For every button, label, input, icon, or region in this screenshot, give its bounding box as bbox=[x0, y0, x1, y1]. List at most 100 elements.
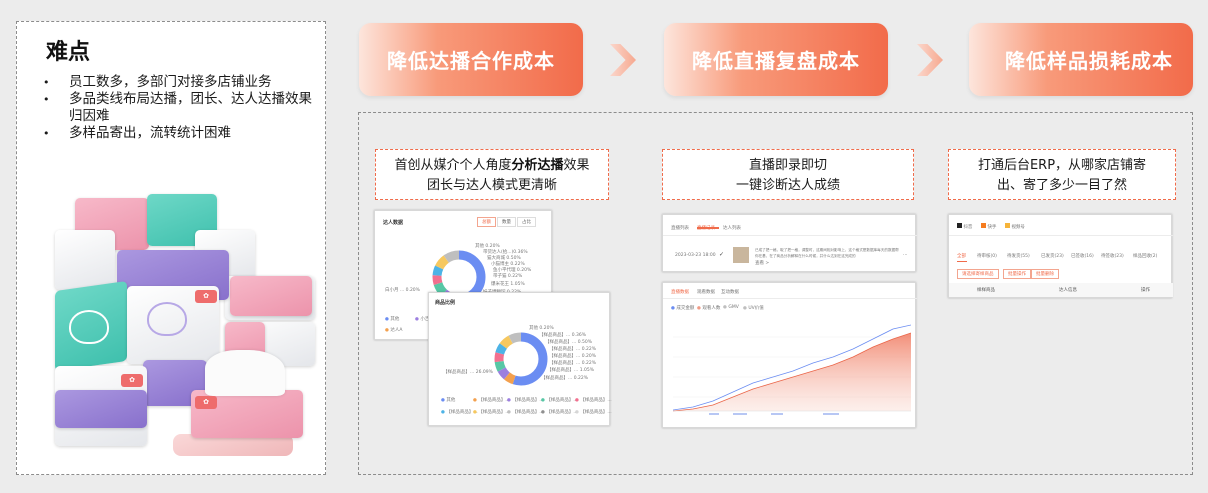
tab-total: 总额 bbox=[477, 217, 496, 227]
legend-item: ● 【样品商品】... bbox=[473, 398, 510, 403]
caption-text: 打通后台ERP，从哪家店铺寄 bbox=[977, 158, 1147, 173]
legend-item: ● 【样品商品】... bbox=[507, 410, 544, 415]
chevron-right-icon bbox=[917, 44, 943, 76]
caption-text: 直播即录即切 bbox=[748, 158, 827, 173]
caption-text: 团长与达人模式更清晰 bbox=[426, 178, 557, 193]
pain-point-item: • 多样品寄出，流转统计困难 bbox=[43, 125, 323, 142]
sample-erp-screenshot: 抖音 快手 视频号 全部 待审核(0) 待发货(55) 已发货(23) 已签收(… bbox=[948, 214, 1173, 298]
caption-highlight: 分析达播 bbox=[511, 158, 564, 173]
donut-label: 其他 0.20% bbox=[529, 326, 554, 331]
divider bbox=[663, 235, 917, 236]
platform-tab-douyin[interactable]: 抖音 bbox=[957, 223, 972, 230]
tab-influencer-list: 达人列表 bbox=[723, 226, 741, 231]
step-banner-review-cost: 降低直播复盘成本 bbox=[664, 23, 888, 96]
pain-point-text: 多样品寄出，流转统计困难 bbox=[69, 125, 231, 141]
brand-logo-icon: ✿ bbox=[121, 374, 143, 387]
filter-tab[interactable]: 样品回收(2) bbox=[1133, 253, 1157, 259]
select-sample-button[interactable]: 请选择寄样商品 bbox=[957, 269, 999, 279]
more-icon[interactable]: ⋯ bbox=[903, 253, 908, 258]
donut-label: 【样品商品】... 0.22% bbox=[541, 376, 589, 381]
chevron-right-icon bbox=[610, 44, 636, 76]
tab-indicator bbox=[957, 261, 967, 263]
tissue-product-image: ✿ ✿ ✿ bbox=[55, 190, 321, 470]
pain-points-title: 难点 bbox=[46, 40, 91, 65]
legend-item: ● GMV bbox=[723, 305, 739, 310]
caption-live-review: 直播即录即切 一键诊断达人成绩 bbox=[662, 149, 914, 200]
legend-item: ● 【样品商品】... bbox=[541, 398, 578, 403]
row-date: 2023-03-23 18:00 bbox=[675, 253, 716, 258]
caption-text: 出、寄了多少一目了然 bbox=[996, 178, 1127, 193]
live-trend-screenshot: 直播数据 观看数据 互动数据 ● 成交金额 ● 观看人数 ● GMV ● UV价… bbox=[662, 282, 917, 428]
filter-tab[interactable]: 待发货(55) bbox=[1007, 253, 1030, 259]
pain-point-text: 多品类线布局达播，团长、达人达播效果归因难 bbox=[69, 91, 312, 124]
filter-tab[interactable]: 已签收(16) bbox=[1071, 253, 1094, 259]
batch-action-button[interactable]: 批量操作 bbox=[1003, 269, 1031, 279]
caption-text: 一键诊断达人成绩 bbox=[735, 178, 840, 193]
brand-logo-icon: ✿ bbox=[195, 290, 217, 303]
pain-points-list: • 员工数多，多部门对接多店铺业务 • 多品类线布局达播，团长、达人达播效果归因难 … bbox=[43, 74, 323, 142]
row-more-link[interactable]: 查看 > bbox=[755, 260, 769, 266]
caption-text: 首创从媒介个人角度 bbox=[394, 158, 512, 173]
pain-point-text: 员工数多，多部门对接多店铺业务 bbox=[69, 74, 272, 90]
donut-label: 白小月 ... 0.20% bbox=[385, 288, 420, 293]
donut-label: 【样品商品】... 0.36% bbox=[539, 333, 587, 338]
pain-points-card: 难点 • 员工数多，多部门对接多店铺业务 • 多品类线布局达播，团长、达人达播效果归… bbox=[16, 21, 326, 475]
divider bbox=[949, 235, 1173, 236]
screenshot-title: 达人数据 bbox=[383, 220, 404, 226]
filter-tab[interactable]: 待审核(0) bbox=[977, 253, 997, 259]
caption-collab-analysis: 首创从媒介个人角度分析达播效果 团长与达人模式更清晰 bbox=[375, 149, 609, 200]
platform-tab-kuaishou[interactable]: 快手 bbox=[981, 223, 996, 230]
legend-item: ● 成交金额 bbox=[671, 306, 695, 311]
column-header: 操作 bbox=[1141, 288, 1150, 293]
tab-count: 数量 bbox=[497, 217, 516, 227]
bullet-icon: • bbox=[43, 76, 50, 89]
live-thumbnail bbox=[733, 247, 749, 263]
caption-erp-sample: 打通后台ERP，从哪家店铺寄 出、寄了多少一目了然 bbox=[948, 149, 1176, 200]
tissue-sheet bbox=[205, 350, 285, 396]
bullet-icon: • bbox=[43, 93, 50, 106]
cloud-logo-icon bbox=[69, 310, 109, 344]
donut-label: 【样品商品】... 1.05% bbox=[547, 368, 595, 373]
pain-point-item: • 多品类线布局达播，团长、达人达播效果归因难 bbox=[43, 91, 323, 125]
tab-live-data: 直播数据 bbox=[671, 290, 689, 295]
legend-item: ● 达人A bbox=[385, 328, 403, 333]
tissue-pack bbox=[230, 276, 312, 316]
tab-live-list: 直播列表 bbox=[671, 226, 689, 231]
step-banner-collab-cost: 降低达播合作成本 bbox=[359, 23, 583, 96]
donut-label: 带子猫 0.22% bbox=[493, 274, 523, 279]
caption-text: 效果 bbox=[563, 158, 590, 173]
legend-item: ● 【样品商品】... bbox=[473, 410, 510, 415]
divider bbox=[663, 298, 917, 299]
live-list-screenshot: 直播列表 直播记录 达人列表 2023-03-23 18:00 ✓ 已成了把一格… bbox=[662, 214, 917, 272]
cloud-logo-icon bbox=[147, 302, 187, 336]
donut-label: 【样品商品】... 0.22% bbox=[549, 347, 597, 352]
live-trend-chart bbox=[673, 324, 911, 415]
donut-label: 【样品商品】... 0.22% bbox=[549, 361, 597, 366]
row-status-icon: ✓ bbox=[719, 251, 725, 258]
brand-logo-icon: ✿ bbox=[195, 396, 217, 409]
filter-tab[interactable]: 全部 bbox=[957, 253, 966, 259]
screenshot-title: 商品比例 bbox=[435, 300, 456, 306]
filter-tab[interactable]: 待签收(23) bbox=[1101, 253, 1124, 259]
legend-item: ● UV价值 bbox=[743, 306, 764, 311]
column-header: 达人信息 bbox=[1059, 288, 1077, 293]
donut-label: 【样品商品】... 0.50% bbox=[545, 340, 593, 345]
filter-tab[interactable]: 已发货(23) bbox=[1041, 253, 1064, 259]
tab-interact-data: 互动数据 bbox=[721, 290, 739, 295]
legend-item: ● 其他 bbox=[441, 398, 456, 403]
donut-label: 【样品商品】... 0.20% bbox=[549, 354, 597, 359]
donut-label: 爆米花王 1.05% bbox=[491, 282, 525, 287]
legend-item: ● 【样品商品】... bbox=[575, 398, 612, 403]
platform-tab-channels[interactable]: 视频号 bbox=[1005, 223, 1025, 230]
tissue-pack bbox=[55, 390, 147, 428]
batch-delete-button[interactable]: 批量删除 bbox=[1031, 269, 1059, 279]
tab-ratio: 占比 bbox=[517, 217, 536, 227]
legend-item: ● 观看人数 bbox=[697, 306, 721, 311]
legend-item: ● 【样品商品】... bbox=[541, 410, 578, 415]
legend-item: ● 【样品商品】... bbox=[507, 398, 544, 403]
tab-view-data: 观看数据 bbox=[697, 290, 715, 295]
legend-item: ● 【样品商品】... bbox=[575, 410, 612, 415]
tissue-pack bbox=[55, 230, 115, 290]
row-description: 已成了把一格，取了把一格，调整时，这期间相对影响上，这个格式是数据库每天的数据帮… bbox=[755, 248, 899, 258]
donut-label: 【样品商品】... 26.09% bbox=[443, 370, 493, 375]
